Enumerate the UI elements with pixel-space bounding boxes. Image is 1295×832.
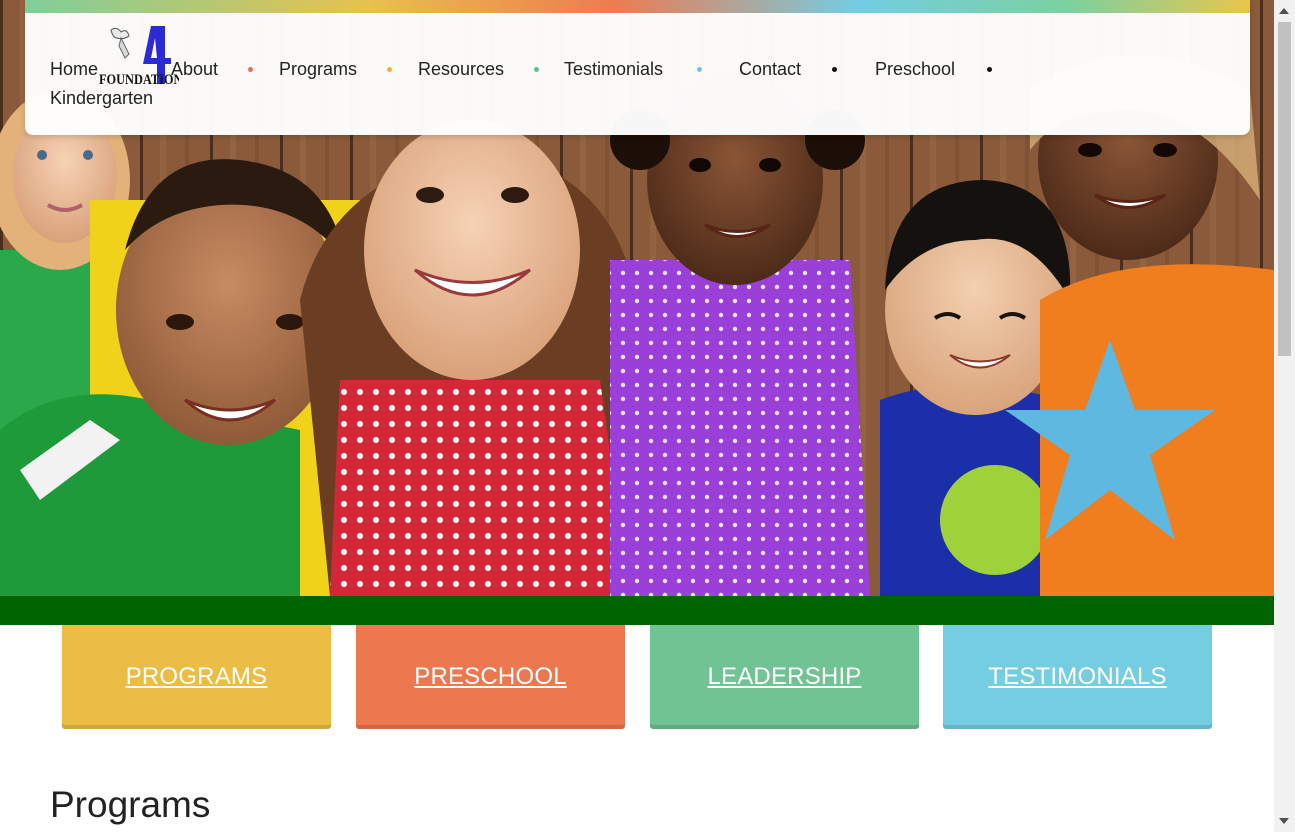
nav-separator-dot [832, 67, 837, 72]
hero-bottom-band [0, 596, 1274, 625]
tile-preschool[interactable]: PRESCHOOL [356, 625, 625, 729]
foundation4-logo-icon: FOUNDATION [99, 26, 183, 87]
site-logo[interactable]: FOUNDATION [99, 24, 183, 88]
section-title-programs: Programs [50, 784, 211, 825]
svg-text:FOUNDATION: FOUNDATION [99, 71, 179, 87]
scroll-down-arrow-icon[interactable] [1279, 818, 1289, 824]
nav-resources[interactable]: Resources [418, 59, 504, 80]
nav-separator-dot [387, 67, 392, 72]
nav-separator-dot [987, 67, 992, 72]
nav-contact[interactable]: Contact [739, 59, 801, 80]
vertical-scrollbar[interactable] [1274, 0, 1295, 832]
scrollbar-thumb[interactable] [1278, 22, 1291, 356]
site-header: FOUNDATION Home About Programs Resources… [25, 0, 1250, 135]
nav-separator-dot [697, 67, 702, 72]
tile-testimonials[interactable]: TESTIMONIALS [943, 625, 1212, 729]
nav-separator-dot [534, 67, 539, 72]
nav-about[interactable]: About [171, 59, 218, 80]
nav-testimonials[interactable]: Testimonials [564, 59, 663, 80]
page: FOUNDATION Home About Programs Resources… [0, 0, 1274, 832]
tile-leadership[interactable]: LEADERSHIP [650, 625, 919, 729]
scroll-up-arrow-icon[interactable] [1279, 8, 1289, 14]
nav-separator-dot [248, 67, 253, 72]
rainbow-stripe [25, 0, 1250, 13]
tile-programs[interactable]: PROGRAMS [62, 625, 331, 729]
nav-preschool[interactable]: Preschool [875, 59, 955, 80]
nav-kindergarten[interactable]: Kindergarten [50, 88, 153, 109]
nav-programs[interactable]: Programs [279, 59, 357, 80]
nav-home[interactable]: Home [50, 59, 98, 80]
